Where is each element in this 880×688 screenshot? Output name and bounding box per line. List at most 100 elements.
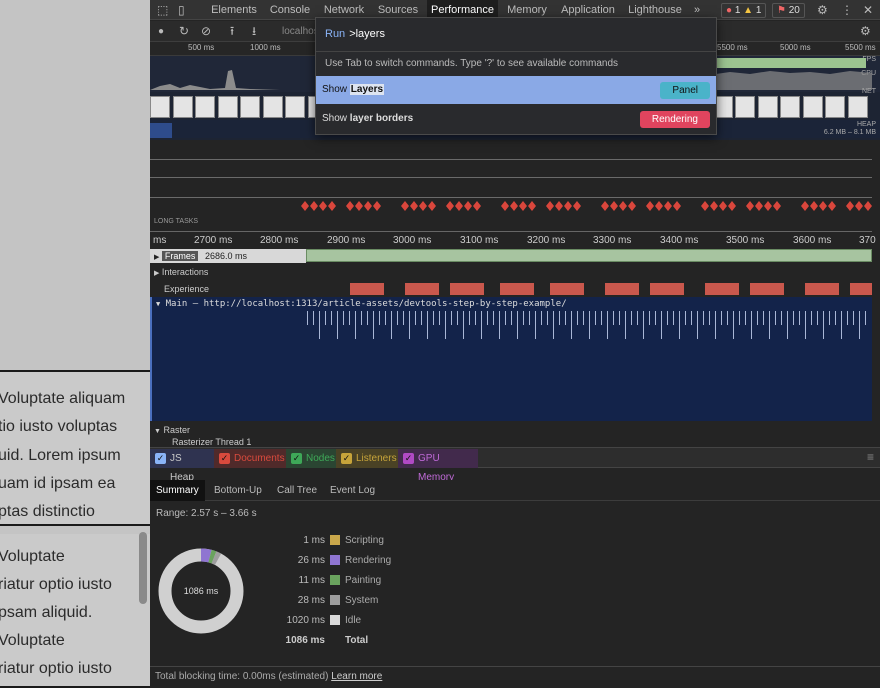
layout-shift-marker[interactable] (864, 201, 872, 211)
command-show-layer-borders[interactable]: Show layer borders Rendering (316, 105, 716, 133)
layout-shift-block[interactable] (750, 283, 784, 295)
scrollbar-thumb[interactable] (139, 532, 147, 604)
command-show-layers[interactable]: Show Layers Panel (316, 76, 716, 104)
layout-shift-marker[interactable] (519, 201, 527, 211)
layout-shift-marker[interactable] (355, 201, 363, 211)
layout-shift-marker[interactable] (328, 201, 336, 211)
layout-shift-marker[interactable] (701, 201, 709, 211)
layout-shift-marker[interactable] (555, 201, 563, 211)
command-input[interactable]: Run >layers (316, 18, 716, 52)
js-heap-checkbox[interactable]: ✓ JS Heap (150, 449, 214, 483)
tab-event-log[interactable]: Event Log (324, 480, 381, 501)
layout-shift-marker[interactable] (373, 201, 381, 211)
layout-shift-marker[interactable] (755, 201, 763, 211)
layout-shift-marker[interactable] (364, 201, 372, 211)
layout-shift-block[interactable] (850, 283, 872, 295)
layout-shift-block[interactable] (805, 283, 839, 295)
layout-shift-marker[interactable] (746, 201, 754, 211)
raster-track[interactable]: ▼ Raster Rasterizer Thread 1 (150, 423, 872, 447)
layout-shift-marker[interactable] (801, 201, 809, 211)
layout-shift-marker[interactable] (401, 201, 409, 211)
documents-checkbox[interactable]: ✓ Documents (214, 449, 286, 468)
tab-bottom-up[interactable]: Bottom-Up (208, 480, 268, 501)
layout-shift-marker[interactable] (546, 201, 554, 211)
layout-shift-marker[interactable] (419, 201, 427, 211)
layout-shift-marker[interactable] (719, 201, 727, 211)
recording-url[interactable]: localhos (282, 26, 319, 37)
task-tick (367, 311, 368, 325)
layout-shift-block[interactable] (705, 283, 739, 295)
layout-shift-marker[interactable] (673, 201, 681, 211)
frames-label[interactable]: ▶ Frames 2686.0 ms (150, 249, 306, 263)
layout-shift-marker[interactable] (664, 201, 672, 211)
time-tick: ms (153, 235, 167, 246)
layout-shift-marker[interactable] (819, 201, 827, 211)
capture-settings-gear-icon[interactable]: ⚙ (860, 21, 871, 42)
tab-call-tree[interactable]: Call Tree (271, 480, 323, 501)
upload-icon[interactable]: ⭱ (230, 21, 234, 42)
system-swatch (330, 595, 340, 605)
issues-badge[interactable]: ⚑ 20 (772, 3, 805, 18)
gpu-memory-checkbox[interactable]: ✓ GPU Memory (398, 449, 478, 483)
error-warning-badge[interactable]: ● 1 ▲ 1 (721, 3, 767, 18)
layout-shift-marker[interactable] (855, 201, 863, 211)
close-icon[interactable]: ✕ (863, 0, 873, 20)
main-thread-track[interactable]: ▼ Main — http://localhost:1313/article-a… (150, 297, 872, 421)
layout-shift-block[interactable] (550, 283, 584, 295)
tab-elements[interactable]: Elements (206, 0, 262, 20)
listeners-checkbox[interactable]: ✓ Listeners (336, 449, 398, 468)
record-icon[interactable]: ● (158, 21, 164, 42)
layout-shift-block[interactable] (405, 283, 439, 295)
layout-shift-block[interactable] (350, 283, 384, 295)
device-toolbar-icon[interactable]: ▯ (178, 0, 185, 20)
inspect-icon[interactable]: ⬚ (157, 0, 168, 20)
layout-shift-marker[interactable] (728, 201, 736, 211)
reload-record-icon[interactable]: ↻ (179, 21, 189, 42)
layout-shift-marker[interactable] (628, 201, 636, 211)
layout-shift-block[interactable] (450, 283, 484, 295)
layout-shift-marker[interactable] (464, 201, 472, 211)
settings-gear-icon[interactable]: ⚙ (817, 0, 828, 20)
layout-shift-marker[interactable] (319, 201, 327, 211)
layout-shift-block[interactable] (500, 283, 534, 295)
tab-summary[interactable]: Summary (150, 480, 205, 501)
nodes-checkbox[interactable]: ✓ Nodes (286, 449, 336, 468)
layout-shift-marker[interactable] (455, 201, 463, 211)
layout-shift-marker[interactable] (601, 201, 609, 211)
layout-shift-marker[interactable] (410, 201, 418, 211)
layout-shift-marker[interactable] (619, 201, 627, 211)
layout-shift-marker[interactable] (528, 201, 536, 211)
layout-shift-marker[interactable] (346, 201, 354, 211)
layout-shift-marker[interactable] (428, 201, 436, 211)
layout-shift-marker[interactable] (564, 201, 572, 211)
layout-shift-block[interactable] (605, 283, 639, 295)
frames-track[interactable]: ▶ Frames 2686.0 ms (150, 249, 872, 263)
task-tick (325, 311, 326, 325)
layout-shift-block[interactable] (650, 283, 684, 295)
layout-shift-marker[interactable] (501, 201, 509, 211)
layout-shift-marker[interactable] (301, 201, 309, 211)
layout-shift-marker[interactable] (610, 201, 618, 211)
clear-icon[interactable]: ⊘ (201, 21, 211, 42)
tab-console[interactable]: Console (264, 0, 316, 20)
task-tick (745, 311, 746, 325)
layout-shift-marker[interactable] (510, 201, 518, 211)
frame-bar[interactable] (306, 249, 872, 262)
layout-shift-marker[interactable] (310, 201, 318, 211)
kebab-menu-icon[interactable]: ⋮ (841, 0, 853, 20)
layout-shift-marker[interactable] (810, 201, 818, 211)
layout-shift-marker[interactable] (473, 201, 481, 211)
drag-handle-icon[interactable]: ≡ (867, 450, 874, 464)
layout-shift-marker[interactable] (573, 201, 581, 211)
layout-shift-marker[interactable] (828, 201, 836, 211)
layout-shift-marker[interactable] (764, 201, 772, 211)
layout-shift-marker[interactable] (846, 201, 854, 211)
layout-shift-marker[interactable] (773, 201, 781, 211)
layout-shift-marker[interactable] (655, 201, 663, 211)
layout-shift-marker[interactable] (646, 201, 654, 211)
interactions-track[interactable]: ▶ Interactions (150, 264, 872, 280)
learn-more-link[interactable]: Learn more (331, 671, 382, 682)
layout-shift-marker[interactable] (446, 201, 454, 211)
layout-shift-marker[interactable] (710, 201, 718, 211)
download-icon[interactable]: ⭳ (252, 21, 256, 42)
